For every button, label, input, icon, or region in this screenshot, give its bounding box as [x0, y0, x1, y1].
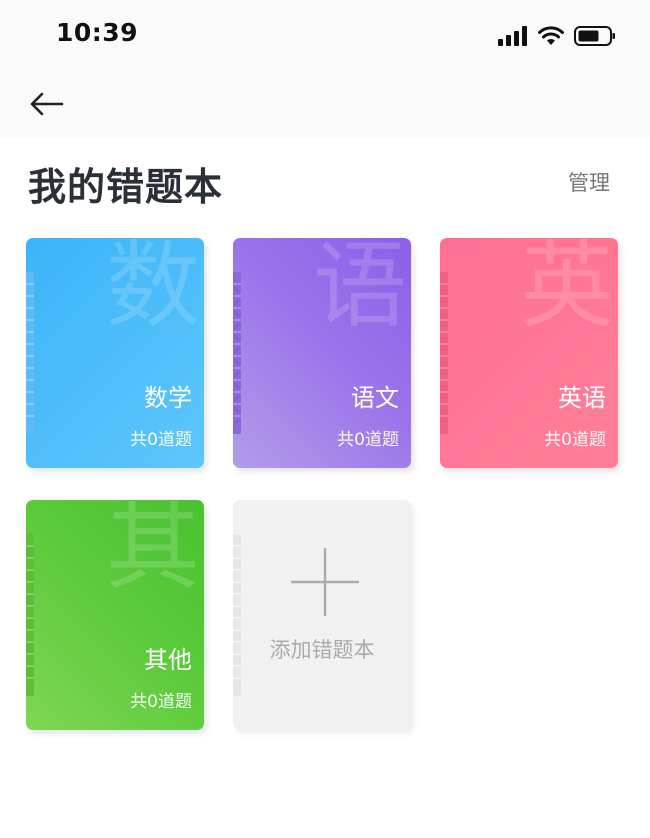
manage-button[interactable]: 管理 — [568, 167, 610, 197]
notebook-math[interactable]: 数 数学 共0道题 — [26, 238, 204, 468]
wifi-icon — [538, 26, 564, 45]
notebook-watermark: 语 — [313, 238, 408, 341]
notebook-count: 共0道题 — [337, 430, 399, 450]
arrow-left-icon — [30, 92, 64, 116]
notebook-spine — [26, 272, 34, 434]
status-time: 10:39 — [56, 18, 139, 47]
notebook-count: 共0道题 — [130, 430, 192, 450]
notebook-watermark: 其 — [106, 500, 201, 603]
notebook-chinese[interactable]: 语 语文 共0道题 — [233, 238, 411, 468]
notebook-spine — [233, 272, 241, 434]
notebook-watermark: 英 — [520, 238, 615, 341]
add-notebook-label: 添加错题本 — [269, 638, 375, 662]
back-button[interactable] — [26, 86, 70, 122]
notebook-spine — [233, 534, 241, 696]
battery-icon — [574, 26, 615, 46]
notebook-spine — [26, 534, 34, 696]
status-icons — [498, 22, 616, 50]
notebook-count: 共0道题 — [130, 692, 192, 712]
signal-icon — [498, 26, 527, 46]
nav-bar — [0, 70, 650, 138]
status-bar: 10:39 — [0, 0, 650, 70]
plus-icon — [291, 548, 359, 616]
notebook-other[interactable]: 其 其他 共0道题 — [26, 500, 204, 730]
notebook-name: 英语 — [558, 384, 606, 412]
notebook-name: 其他 — [144, 646, 192, 674]
page-title: 我的错题本 — [28, 165, 224, 209]
notebook-watermark: 数 — [106, 238, 201, 341]
notebook-spine — [440, 272, 448, 434]
notebook-count: 共0道题 — [544, 430, 606, 450]
notebook-name: 语文 — [351, 384, 399, 412]
notebook-english[interactable]: 英 英语 共0道题 — [440, 238, 618, 468]
add-notebook-button[interactable]: 添加错题本 — [233, 500, 411, 730]
notebook-name: 数学 — [144, 384, 192, 412]
